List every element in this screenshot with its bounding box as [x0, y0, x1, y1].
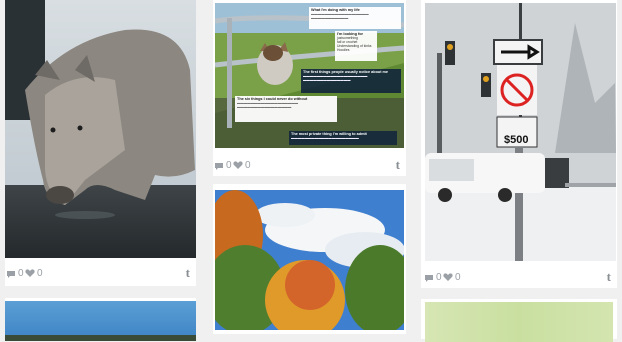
post-card-autumn[interactable]: [213, 184, 406, 334]
comment-icon: [7, 270, 15, 278]
post-card-sky[interactable]: [5, 298, 196, 341]
collage-note-4: The six things I could never do without …: [235, 96, 337, 122]
comment-count[interactable]: 0: [6, 268, 24, 279]
autumn-trees-photo[interactable]: [215, 190, 404, 330]
post-card-sign[interactable]: $500 0 0 t: [421, 0, 617, 288]
comment-count[interactable]: 0: [214, 160, 232, 171]
post-footer: 0 0 t: [5, 262, 196, 286]
collage-note-5: The most private thing I'm willing to ad…: [289, 131, 397, 145]
note-item: Hoodies: [337, 48, 350, 52]
profile-collage[interactable]: What I'm doing with my life ▬▬▬▬▬▬▬▬▬▬▬▬…: [215, 3, 404, 148]
comment-icon: [425, 274, 433, 282]
tumblr-icon[interactable]: t: [186, 265, 190, 281]
post-card-green[interactable]: [421, 299, 617, 342]
post-footer: 0 0 t: [213, 154, 406, 178]
post-footer: 0 0 t: [421, 266, 617, 290]
collage-note-1: What I'm doing with my life ▬▬▬▬▬▬▬▬▬▬▬▬…: [309, 7, 401, 29]
like-count-value: 0: [37, 268, 43, 279]
comment-count-value: 0: [226, 160, 232, 171]
heart-icon: [233, 161, 243, 169]
comment-count[interactable]: 0: [424, 272, 442, 283]
tumblr-icon[interactable]: t: [396, 157, 400, 173]
sky-photo[interactable]: [5, 301, 196, 341]
comment-count-value: 0: [18, 268, 24, 279]
street-sign-photo[interactable]: $500: [425, 3, 616, 261]
comment-icon: [215, 162, 223, 170]
comment-count-value: 0: [436, 272, 442, 283]
like-count-value: 0: [245, 160, 251, 171]
collage-note-3: The first things people usually notice a…: [301, 69, 401, 93]
green-photo[interactable]: [425, 302, 613, 342]
like-count[interactable]: 0: [233, 160, 251, 171]
sign-price: $500: [504, 134, 528, 146]
post-card-wolf[interactable]: 0 0 t: [5, 0, 196, 286]
like-count-value: 0: [455, 272, 461, 283]
street-sign-image: $500: [425, 3, 616, 261]
wolf-image: [5, 0, 196, 258]
tumblr-icon[interactable]: t: [607, 269, 611, 285]
autumn-trees-image: [215, 190, 404, 330]
post-card-collage[interactable]: What I'm doing with my life ▬▬▬▬▬▬▬▬▬▬▬▬…: [213, 0, 406, 176]
collage-note-2: I'm looking for justsomething fall or cr…: [335, 31, 377, 61]
like-count[interactable]: 0: [25, 268, 43, 279]
like-count[interactable]: 0: [443, 272, 461, 283]
heart-icon: [443, 273, 453, 281]
wolf-photo[interactable]: [5, 0, 196, 258]
heart-icon: [25, 269, 35, 277]
